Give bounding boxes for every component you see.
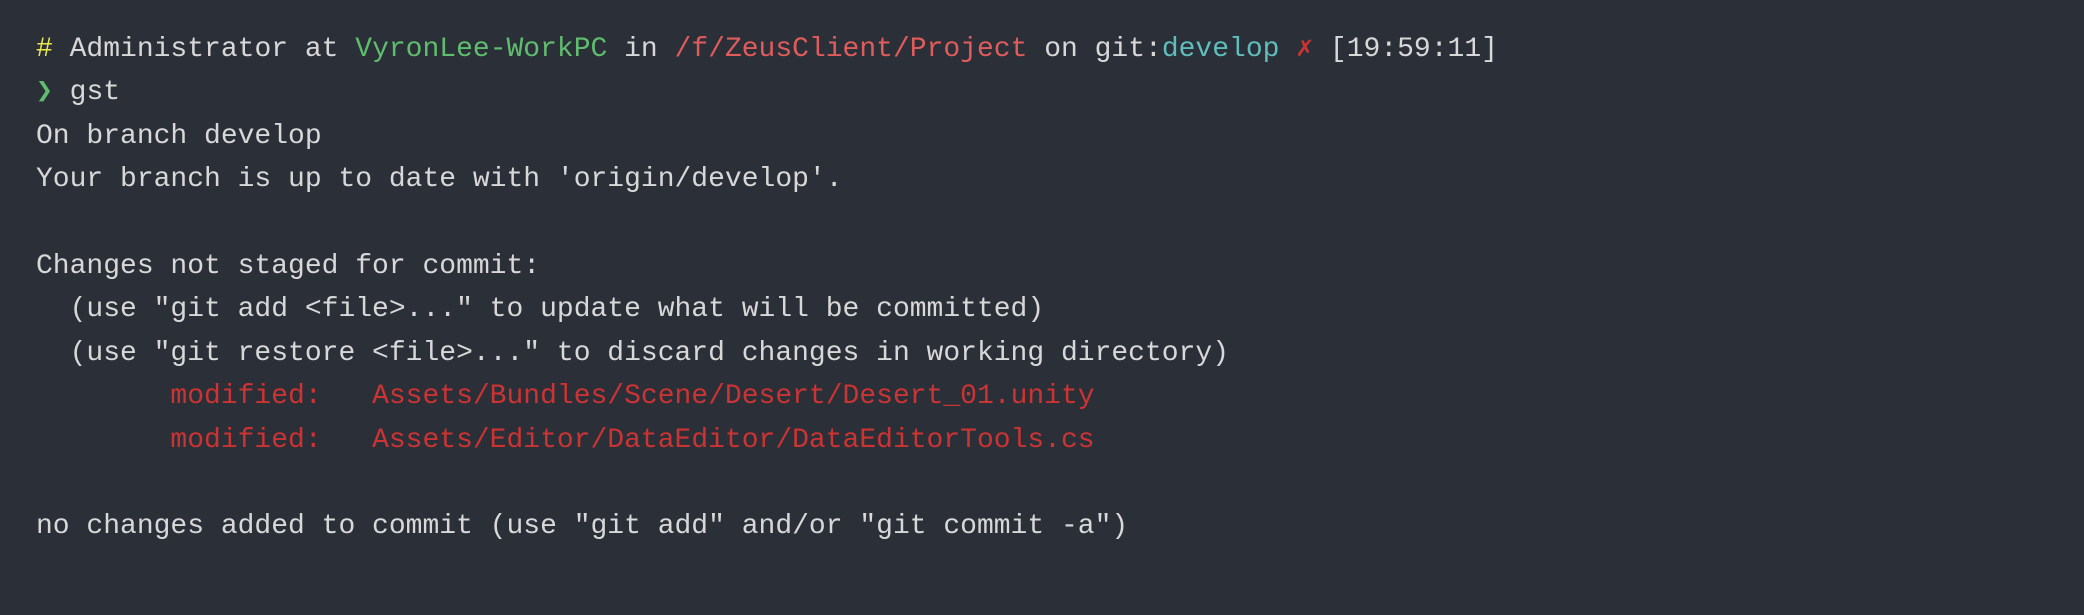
output-line-4: Your branch is up to date with 'origin/d… [36, 158, 2048, 201]
output-line-7: (use "git add <file>..." to update what … [36, 288, 2048, 331]
modified-label-1: modified: [36, 375, 372, 418]
empty-line-2 [36, 462, 53, 505]
at-text: at [288, 28, 355, 71]
git-add-hint: (use "git add <file>..." to update what … [36, 288, 1044, 331]
output-line-6: Changes not staged for commit: [36, 245, 2048, 288]
output-line-11 [36, 462, 2048, 505]
git-restore-hint: (use "git restore <file>..." to discard … [36, 332, 1229, 375]
output-line-8: (use "git restore <file>..." to discard … [36, 332, 2048, 375]
path-label: /f/ZeusClient/Project [675, 28, 1028, 71]
prompt-line: # Administrator at VyronLee-WorkPC in /f… [36, 28, 2048, 71]
cross-symbol: ✗ [1279, 28, 1329, 71]
in-text: in [607, 28, 674, 71]
output-line-3: On branch develop [36, 115, 2048, 158]
command-line: ❯ gst [36, 71, 2048, 114]
user-label: Administrator [70, 28, 288, 71]
up-to-date-text: Your branch is up to date with 'origin/d… [36, 158, 843, 201]
on-text: on [1027, 28, 1094, 71]
command-text: gst [70, 71, 120, 114]
output-line-10: modified: Assets/Editor/DataEditor/DataE… [36, 419, 2048, 462]
modified-file-2: Assets/Editor/DataEditor/DataEditorTools… [372, 419, 1095, 462]
output-line-5 [36, 202, 2048, 245]
no-changes-text: no changes added to commit (use "git add… [36, 505, 1128, 548]
on-branch-text: On branch develop [36, 115, 322, 158]
prompt-symbol: ❯ [36, 71, 70, 114]
time-label: [19:59:11] [1330, 28, 1498, 71]
hash-symbol: # [36, 28, 70, 71]
output-line-9: modified: Assets/Bundles/Scene/Desert/De… [36, 375, 2048, 418]
host-label: VyronLee-WorkPC [355, 28, 607, 71]
modified-file-1: Assets/Bundles/Scene/Desert/Desert_01.un… [372, 375, 1095, 418]
empty-line [36, 202, 53, 245]
modified-label-2: modified: [36, 419, 372, 462]
output-line-12: no changes added to commit (use "git add… [36, 505, 2048, 548]
branch-label: develop [1162, 28, 1280, 71]
git-text: git: [1095, 28, 1162, 71]
terminal: # Administrator at VyronLee-WorkPC in /f… [36, 28, 2048, 549]
changes-not-staged-text: Changes not staged for commit: [36, 245, 540, 288]
